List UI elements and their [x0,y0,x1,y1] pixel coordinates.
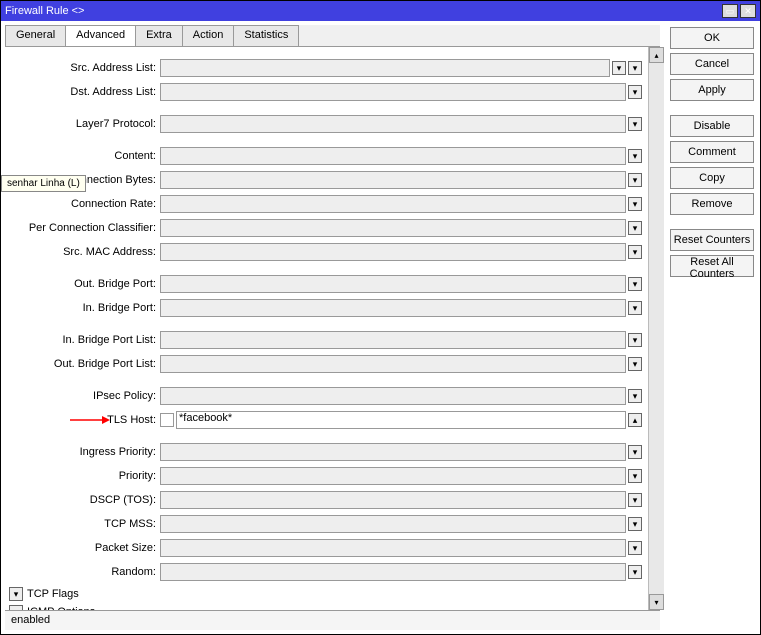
reset-counters-button[interactable]: Reset Counters [670,229,754,251]
content-input[interactable] [160,147,626,165]
toggle-icon[interactable]: ▾ [628,61,642,75]
label-priority: Priority: [5,470,160,482]
toggle-icon[interactable]: ▾ [628,445,642,459]
toggle-icon[interactable]: ▴ [628,413,642,427]
packet-size-input[interactable] [160,539,626,557]
sidebar: OK Cancel Apply Disable Comment Copy Rem… [664,21,760,634]
toggle-icon[interactable]: ▾ [628,357,642,371]
toggle-icon[interactable]: ▾ [628,245,642,259]
section-tcp-flags[interactable]: ▾ TCP Flags [5,585,642,603]
tabs: General Advanced Extra Action Statistics [5,25,660,47]
label-content: Content: [5,150,160,162]
toggle-icon[interactable]: ▾ [628,197,642,211]
toggle-icon[interactable]: ▾ [628,541,642,555]
toggle-icon[interactable]: ▾ [628,149,642,163]
chevron-down-icon[interactable]: ▾ [9,587,23,601]
label-src-addr-list: Src. Address List: [5,62,160,74]
remove-button[interactable]: Remove [670,193,754,215]
label-packet-size: Packet Size: [5,542,160,554]
tooltip: senhar Linha (L) [1,175,86,192]
comment-button[interactable]: Comment [670,141,754,163]
titlebar: Firewall Rule <> ▭ ✕ [1,1,760,21]
toggle-icon[interactable]: ▾ [628,493,642,507]
status-bar: enabled [5,610,660,630]
in-bridge-list-input[interactable] [160,331,626,349]
label-ipsec: IPsec Policy: [5,390,160,402]
label-tls-host: TLS Host: [5,414,160,426]
label-random: Random: [5,566,160,578]
tab-action[interactable]: Action [182,25,235,46]
ingress-prio-input[interactable] [160,443,626,461]
toggle-icon[interactable]: ▾ [628,517,642,531]
scrollbar[interactable]: ▴ ▾ [648,47,664,610]
disable-button[interactable]: Disable [670,115,754,137]
random-input[interactable] [160,563,626,581]
apply-button[interactable]: Apply [670,79,754,101]
toggle-icon[interactable]: ▾ [628,173,642,187]
reset-all-counters-button[interactable]: Reset All Counters [670,255,754,277]
window-title: Firewall Rule <> [5,5,722,17]
out-bridge-input[interactable] [160,275,626,293]
toggle-icon[interactable]: ▾ [628,85,642,99]
label-per-conn-class: Per Connection Classifier: [5,222,160,234]
chevron-down-icon[interactable]: ▾ [9,605,23,610]
conn-bytes-input[interactable] [160,171,626,189]
tab-statistics[interactable]: Statistics [233,25,299,46]
close-button[interactable]: ✕ [740,4,756,18]
label-tcp-mss: TCP MSS: [5,518,160,530]
toggle-icon[interactable]: ▾ [628,221,642,235]
tcp-mss-input[interactable] [160,515,626,533]
label-dst-addr-list: Dst. Address List: [5,86,160,98]
label-src-mac: Src. MAC Address: [5,246,160,258]
toggle-icon[interactable]: ▾ [628,565,642,579]
toggle-icon[interactable]: ▾ [628,389,642,403]
per-conn-class-input[interactable] [160,219,626,237]
label-in-bridge-list: In. Bridge Port List: [5,334,160,346]
label-in-bridge: In. Bridge Port: [5,302,160,314]
toggle-icon[interactable]: ▾ [628,333,642,347]
label-layer7: Layer7 Protocol: [5,118,160,130]
ipsec-input[interactable] [160,387,626,405]
tls-host-checkbox[interactable] [160,413,174,427]
scroll-up-icon[interactable]: ▴ [649,47,664,63]
dscp-input[interactable] [160,491,626,509]
priority-input[interactable] [160,467,626,485]
section-label: ICMP Options [27,606,95,610]
label-dscp: DSCP (TOS): [5,494,160,506]
label-ingress-prio: Ingress Priority: [5,446,160,458]
toggle-icon[interactable]: ▾ [628,277,642,291]
label-out-bridge-list: Out. Bridge Port List: [5,358,160,370]
conn-rate-input[interactable] [160,195,626,213]
dropdown-icon[interactable]: ▾ [612,61,626,75]
tab-extra[interactable]: Extra [135,25,183,46]
tls-host-input[interactable]: *facebook* [176,411,626,429]
section-label: TCP Flags [27,588,79,600]
toggle-icon[interactable]: ▾ [628,117,642,131]
out-bridge-list-input[interactable] [160,355,626,373]
ok-button[interactable]: OK [670,27,754,49]
label-out-bridge: Out. Bridge Port: [5,278,160,290]
scroll-down-icon[interactable]: ▾ [649,594,664,610]
src-addr-list-input[interactable] [160,59,610,77]
tab-general[interactable]: General [5,25,66,46]
cancel-button[interactable]: Cancel [670,53,754,75]
layer7-input[interactable] [160,115,626,133]
minimize-button[interactable]: ▭ [722,4,738,18]
toggle-icon[interactable]: ▾ [628,301,642,315]
dst-addr-list-input[interactable] [160,83,626,101]
toggle-icon[interactable]: ▾ [628,469,642,483]
label-conn-rate: Connection Rate: [5,198,160,210]
copy-button[interactable]: Copy [670,167,754,189]
tab-advanced[interactable]: Advanced [65,25,136,46]
src-mac-input[interactable] [160,243,626,261]
in-bridge-input[interactable] [160,299,626,317]
section-icmp[interactable]: ▾ ICMP Options [5,603,642,610]
